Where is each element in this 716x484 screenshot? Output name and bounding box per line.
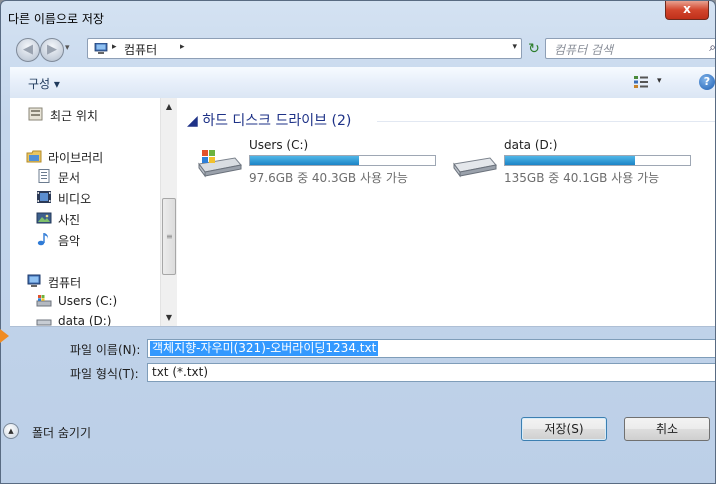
filename-input[interactable]: 객체지향-자우미(321)-오버라이딩1234.txt ▼ xyxy=(147,339,715,358)
address-separator-icon[interactable]: ▸ xyxy=(180,42,185,52)
help-icon[interactable]: ? xyxy=(699,74,715,90)
filetype-value: txt (*.txt) xyxy=(152,365,209,379)
filename-value[interactable]: 객체지향-자우미(321)-오버라이딩1234.txt xyxy=(150,341,379,356)
group-header-hard-drives[interactable]: ◢ 하드 디스크 드라이브 (2) xyxy=(187,110,351,130)
hide-folders-label: 폴더 숨기기 xyxy=(32,426,92,440)
drive-space-info: 97.6GB 중 40.3GB 사용 가능 xyxy=(249,171,408,185)
music-icon xyxy=(37,233,48,246)
command-toolbar: 구성 ▾ ▾ ? xyxy=(10,67,715,99)
computer-icon xyxy=(27,274,41,287)
save-form: 파일 이름(N): 객체지향-자우미(321)-오버라이딩1234.txt ▼ … xyxy=(1,327,715,483)
videos-icon xyxy=(37,191,51,203)
drive-d-icon xyxy=(36,319,52,326)
browser-content: 최근 위치 라이브러리 문서 비디오 사진 음악 컴퓨터 Users (C:) … xyxy=(10,98,715,327)
scroll-grip-icon: ≡ xyxy=(166,232,173,241)
filetype-select[interactable]: txt (*.txt) ▼ xyxy=(147,363,715,382)
filename-label: 파일 이름(N): xyxy=(70,343,141,357)
documents-icon xyxy=(38,169,50,183)
back-button[interactable]: ◀ xyxy=(16,38,40,62)
drive-name: Users (C:) xyxy=(249,138,309,152)
drive-c-icon xyxy=(36,295,52,307)
pointer-arrow-icon xyxy=(0,329,9,343)
file-list-pane: ◢ 하드 디스크 드라이브 (2) Users (C:) 97.6GB 중 40… xyxy=(177,98,715,326)
close-button[interactable]: x xyxy=(665,1,709,20)
sidebar-item-label: data (D:) xyxy=(58,314,112,326)
drive-usage-bar xyxy=(249,155,436,166)
libraries-icon xyxy=(26,150,42,163)
computer-icon xyxy=(94,43,108,54)
sidebar-item-label: 컴퓨터 xyxy=(48,276,82,290)
windows-drive-icon xyxy=(198,150,242,178)
history-dropdown-icon[interactable]: ▾ xyxy=(65,43,70,53)
dialog-title: 다른 이름으로 저장 xyxy=(8,12,104,26)
save-button[interactable]: 저장(S) xyxy=(521,417,607,441)
search-icon[interactable]: ⌕ xyxy=(709,40,715,55)
drive-name: data (D:) xyxy=(504,138,558,152)
pictures-icon xyxy=(36,212,52,224)
drive-item-d[interactable]: data (D:) 135GB 중 40.1GB 사용 가능 xyxy=(450,138,700,188)
sidebar-item-label: 최근 위치 xyxy=(50,109,98,123)
address-separator-icon[interactable]: ▸ xyxy=(112,42,117,52)
scroll-down-icon[interactable]: ▼ xyxy=(161,309,177,326)
search-box[interactable]: 컴퓨터 검색 ⌕ xyxy=(545,38,715,59)
drive-usage-fill xyxy=(250,156,360,165)
navigation-scrollbar[interactable]: ▲ ≡ ▼ xyxy=(160,98,177,326)
view-dropdown-icon[interactable]: ▾ xyxy=(657,76,662,86)
address-bar[interactable]: ▸ 컴퓨터 ▸ ▾ xyxy=(87,38,522,59)
hard-drive-icon xyxy=(453,157,497,178)
address-path-computer[interactable]: 컴퓨터 xyxy=(124,41,157,58)
hide-folders-toggle[interactable]: ▲ 폴더 숨기기 xyxy=(3,423,92,441)
sidebar-item-label: 문서 xyxy=(58,171,81,185)
cancel-button[interactable]: 취소 xyxy=(624,417,710,441)
group-divider xyxy=(377,121,715,122)
drive-usage-fill xyxy=(505,156,635,165)
navigation-pane: 최근 위치 라이브러리 문서 비디오 사진 음악 컴퓨터 Users (C:) … xyxy=(10,98,160,326)
sidebar-item-label: 사진 xyxy=(58,213,81,227)
sidebar-item-label: 비디오 xyxy=(58,192,92,206)
search-placeholder: 컴퓨터 검색 xyxy=(554,43,614,57)
navigation-bar: ◀ ▶ ▾ ▸ 컴퓨터 ▸ ▾ ↻ 컴퓨터 검색 ⌕ xyxy=(1,33,715,63)
save-as-dialog: 다른 이름으로 저장 x ◀ ▶ ▾ ▸ 컴퓨터 ▸ ▾ ↻ 컴퓨터 검색 ⌕ … xyxy=(0,0,716,484)
collapse-up-icon: ▲ xyxy=(3,423,19,439)
organize-button[interactable]: 구성 ▾ xyxy=(28,75,60,92)
change-view-icon[interactable] xyxy=(633,75,649,89)
title-bar[interactable]: 다른 이름으로 저장 x xyxy=(1,1,715,33)
drive-usage-bar xyxy=(504,155,691,166)
scroll-up-icon[interactable]: ▲ xyxy=(161,98,177,115)
scroll-thumb[interactable]: ≡ xyxy=(162,198,176,275)
recent-places-icon xyxy=(28,107,43,121)
sidebar-item-label: Users (C:) xyxy=(58,294,118,308)
refresh-button[interactable]: ↻ xyxy=(525,40,543,58)
drive-item-c[interactable]: Users (C:) 97.6GB 중 40.3GB 사용 가능 xyxy=(195,138,445,188)
sidebar-item-label: 라이브러리 xyxy=(48,151,104,165)
sidebar-item-label: 음악 xyxy=(58,234,81,248)
drive-space-info: 135GB 중 40.1GB 사용 가능 xyxy=(504,171,660,185)
forward-button[interactable]: ▶ xyxy=(40,38,64,62)
address-dropdown-icon[interactable]: ▾ xyxy=(512,42,517,52)
filetype-label: 파일 형식(T): xyxy=(70,367,139,381)
